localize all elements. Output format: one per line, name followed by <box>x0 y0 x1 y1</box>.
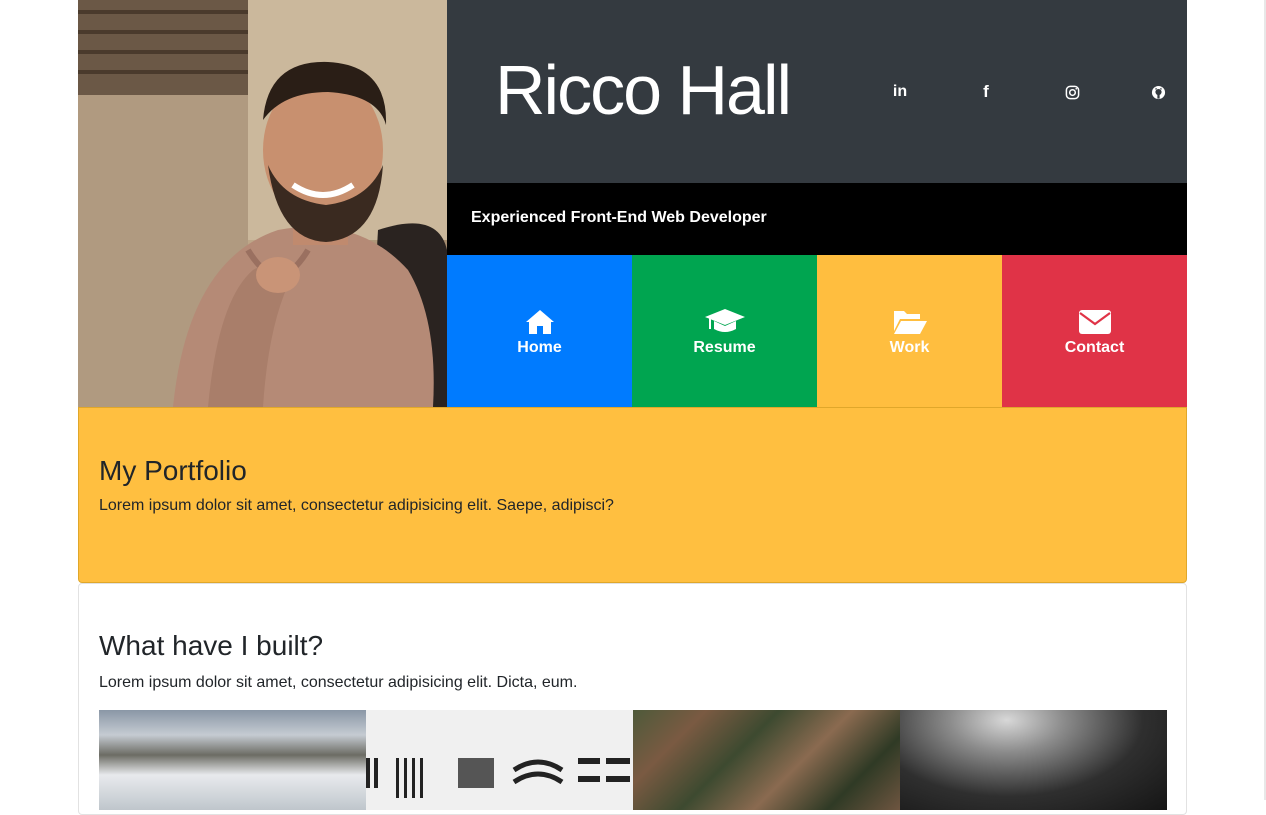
home-icon <box>525 310 554 334</box>
project-thumbnails <box>99 710 1167 810</box>
site-name: Ricco Hall <box>495 51 792 129</box>
project-thumbnail[interactable] <box>366 710 633 810</box>
nav-work[interactable]: Work <box>817 255 1002 407</box>
envelope-icon <box>1078 310 1111 334</box>
social-links: in f <box>857 80 1201 104</box>
project-thumbnail[interactable] <box>633 710 900 810</box>
tagline-band: Experienced Front-End Web Developer <box>447 183 1187 255</box>
linkedin-icon: in <box>892 83 908 100</box>
linkedin-link[interactable]: in <box>857 80 943 104</box>
nav-contact-label: Contact <box>1064 339 1125 356</box>
portfolio-panel: My Portfolio Lorem ipsum dolor sit amet,… <box>78 407 1187 583</box>
nav-home[interactable]: Home <box>447 255 632 407</box>
nav-work-label: Work <box>889 339 930 356</box>
portfolio-title: My Portfolio <box>99 455 247 486</box>
github-link[interactable] <box>1115 80 1201 104</box>
github-icon <box>1151 85 1165 99</box>
built-text: Lorem ipsum dolor sit amet, consectetur … <box>99 674 578 691</box>
built-panel: What have I built? Lorem ipsum dolor sit… <box>78 583 1187 815</box>
nav-home-label: Home <box>517 339 562 356</box>
tagline: Experienced Front-End Web Developer <box>471 209 767 226</box>
instagram-link[interactable] <box>1029 80 1115 104</box>
project-thumbnail[interactable] <box>900 710 1167 810</box>
facebook-link[interactable]: f <box>943 80 1029 104</box>
portfolio-text: Lorem ipsum dolor sit amet, consectetur … <box>99 497 614 514</box>
graduation-cap-icon <box>704 309 745 332</box>
facebook-icon: f <box>983 82 989 101</box>
nav-contact[interactable]: Contact <box>1002 255 1187 407</box>
nav-resume-label: Resume <box>693 339 756 356</box>
instagram-icon <box>1065 85 1079 99</box>
profile-photo <box>78 0 447 407</box>
nav-resume[interactable]: Resume <box>632 255 817 407</box>
page-container: Ricco Hall in f Experienced Front-End We… <box>78 0 1187 815</box>
built-title: What have I built? <box>99 630 324 661</box>
main-nav: Home Resume Work Contact <box>447 255 1187 407</box>
title-band: Ricco Hall in f <box>447 0 1187 183</box>
project-thumbnail[interactable] <box>99 710 366 810</box>
folder-open-icon <box>893 311 927 334</box>
